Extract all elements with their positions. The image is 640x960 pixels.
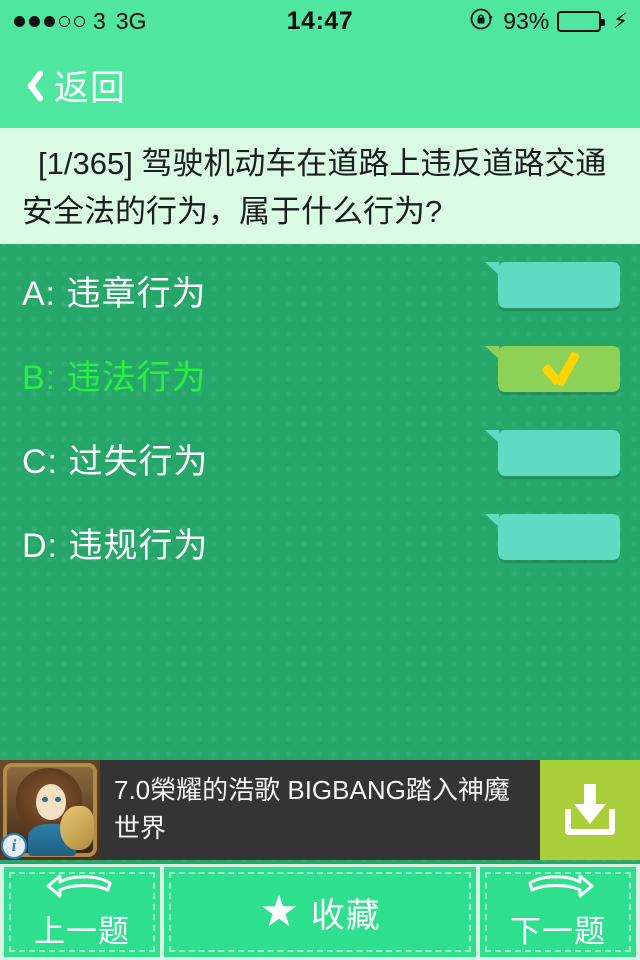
option-row-d[interactable]: D: 违规行为 xyxy=(0,500,640,584)
ad-character-eye-left xyxy=(42,797,48,802)
lightning-bolt-icon: ⚡ xyxy=(613,9,628,33)
option-row-c[interactable]: C: 过失行为 xyxy=(0,416,640,500)
option-label-c: C: 过失行为 xyxy=(22,442,209,481)
rotation-lock-icon xyxy=(469,6,495,37)
next-question-label: 下一题 xyxy=(510,913,606,949)
ad-text[interactable]: 7.0榮耀的浩歌 BIGBANG踏入神魔世界 xyxy=(100,760,540,860)
ad-banner[interactable]: i 7.0榮耀的浩歌 BIGBANG踏入神魔世界 xyxy=(0,760,640,860)
previous-question-button[interactable]: 上一题 xyxy=(4,867,160,957)
option-badge-d[interactable] xyxy=(485,514,620,560)
question-text: [1/365] 驾驶机动车在道路上违反道路交通安全法的行为，属于什么行为? xyxy=(22,146,607,229)
previous-question-label: 上一题 xyxy=(34,913,130,949)
option-label-b: B: 违法行为 xyxy=(22,358,207,397)
curved-arrow-left-icon xyxy=(46,874,112,897)
ad-character-face xyxy=(36,784,66,820)
favorite-label: 收藏 xyxy=(310,896,381,935)
ad-thumbnail[interactable]: i xyxy=(0,760,100,860)
nav-bar: 返回 xyxy=(0,42,640,128)
bottom-toolbar: 上一题 ★ 收藏 下一题 xyxy=(0,864,640,960)
battery-icon xyxy=(557,10,606,32)
option-row-b[interactable]: B: 违法行为 xyxy=(0,332,640,416)
back-button[interactable]: 返回 xyxy=(18,60,126,111)
star-icon: ★ xyxy=(259,887,299,936)
option-badge-a[interactable] xyxy=(485,262,620,308)
options-list: A: 违章行为 B: 违法行为 C: 过失行为 D: 违规行为 xyxy=(0,248,640,584)
option-label-a: A: 违章行为 xyxy=(22,274,207,313)
app-screen: 3 3G 14:47 93% ⚡ 返回 [1/365] 驾驶机动车在道路上违反道… xyxy=(0,0,640,960)
option-badge-c[interactable] xyxy=(485,430,620,476)
back-button-label: 返回 xyxy=(54,68,127,108)
chevron-left-icon xyxy=(18,67,40,103)
curved-arrow-right-icon xyxy=(528,874,594,897)
status-bar-right: 93% ⚡ xyxy=(469,0,628,42)
option-row-a[interactable]: A: 违章行为 xyxy=(0,248,640,332)
status-bar: 3 3G 14:47 93% ⚡ xyxy=(0,0,640,42)
question-panel: [1/365] 驾驶机动车在道路上违反道路交通安全法的行为，属于什么行为? xyxy=(0,128,640,244)
download-icon xyxy=(562,780,618,840)
option-badge-b[interactable] xyxy=(485,346,620,392)
ad-character-armor xyxy=(60,806,94,850)
ad-character-eye-right xyxy=(55,797,61,802)
info-icon[interactable]: i xyxy=(1,833,27,859)
option-label-d: D: 违规行为 xyxy=(22,526,209,565)
next-question-button[interactable]: 下一题 xyxy=(480,867,636,957)
favorite-button[interactable]: ★ 收藏 xyxy=(164,867,476,957)
battery-percent-label: 93% xyxy=(503,7,550,34)
ad-download-button[interactable] xyxy=(540,760,640,860)
checkmark-icon xyxy=(536,352,582,386)
